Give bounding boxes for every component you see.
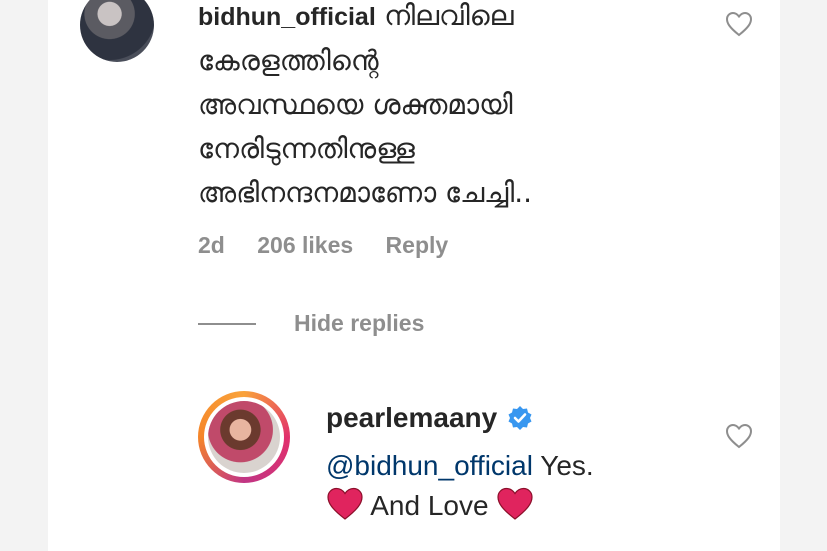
comment-text-line: അഭിനന്ദനമാണോ ചേച്ചി.. [198,176,533,209]
comment-meta: 2d 206 likes Reply [198,232,474,259]
comment-text-line: കേരളത്തിന്റെ [198,44,379,77]
divider [198,322,256,325]
reply-text-line: And Love [370,490,489,521]
comment-username[interactable]: bidhun_official [198,3,376,31]
avatar[interactable] [208,401,280,473]
comment-text-line: നേരിടുന്നതിനുള്ള [198,132,415,165]
comment-text-line: അവസ്ഥയെ ശക്തമായി [198,88,513,121]
reply-text: Yes. [540,450,594,481]
heart-outline-icon[interactable] [725,423,753,449]
reply-username[interactable]: pearlemaany [326,402,497,434]
reply-button[interactable]: Reply [386,232,449,258]
heart-outline-icon[interactable] [725,11,753,37]
hide-replies-button[interactable]: Hide replies [198,310,424,337]
verified-badge-icon [508,406,532,430]
reply-header: pearlemaany [326,402,533,434]
mention-link[interactable]: @bidhun_official [326,450,533,481]
red-heart-icon [327,487,363,520]
hide-replies-label: Hide replies [294,310,425,336]
comment-text-line: നിലവിലെ [384,0,514,32]
reply-body: @bidhun_official Yes. And Love [326,446,594,526]
comment-likes[interactable]: 206 likes [257,232,353,258]
comment-body: bidhun_official നിലവിലെ കേരളത്തിന്റെ അവസ… [198,0,658,215]
comment-time: 2d [198,232,225,258]
red-heart-icon [497,487,533,520]
